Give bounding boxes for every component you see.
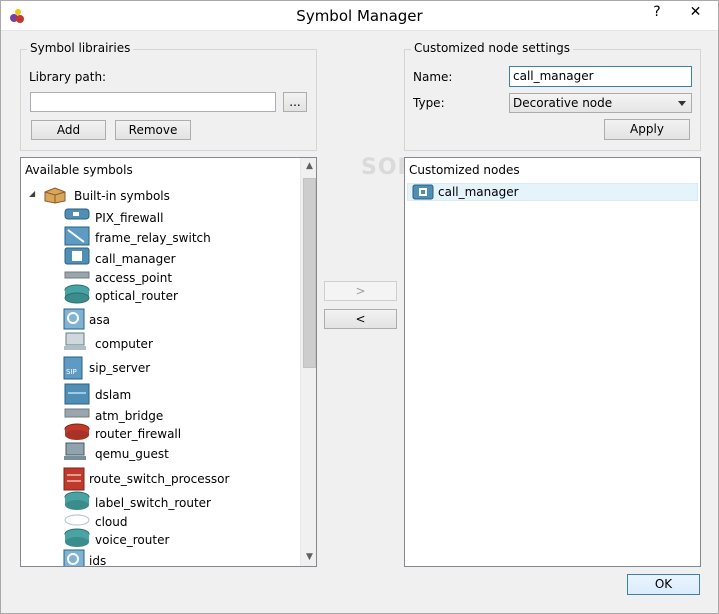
title-bar[interactable]: Symbol Manager ? ✕ xyxy=(1,1,718,31)
package-icon xyxy=(44,187,66,204)
symbol-item-label: asa xyxy=(89,313,110,327)
name-input[interactable]: call_manager xyxy=(509,66,692,87)
customized-node-settings-group: Customized node settings Name: call_mana… xyxy=(404,41,701,151)
symbol-item-access-point[interactable]: access_point xyxy=(21,268,300,288)
symbol-item-label: ids xyxy=(89,554,107,567)
symbol-item-label: PIX_firewall xyxy=(95,211,164,225)
customized-node-settings-title: Customized node settings xyxy=(411,41,574,55)
symbol-item-label: sip_server xyxy=(89,361,151,375)
type-select-value: Decorative node xyxy=(513,96,613,110)
symbol-item-label: label_switch_router xyxy=(95,496,211,510)
computer-icon xyxy=(64,332,86,350)
symbol-item-qemu-guest[interactable]: qemu_guest xyxy=(21,442,300,464)
scroll-thumb[interactable] xyxy=(303,178,316,368)
available-symbols-header: Available symbols xyxy=(25,163,133,177)
qemu-guest-icon xyxy=(64,442,86,460)
symbol-item-asa[interactable]: asa xyxy=(21,308,300,330)
symbol-item-label: atm_bridge xyxy=(95,409,164,423)
call-manager-icon xyxy=(412,184,434,200)
remove-library-button[interactable]: Remove xyxy=(115,120,191,140)
optical-router-icon xyxy=(64,284,90,304)
ids-icon xyxy=(63,549,85,566)
help-button[interactable]: ? xyxy=(641,1,673,23)
chevron-down-icon xyxy=(678,101,686,106)
symbol-item-label: call_manager xyxy=(95,252,176,266)
symbol-item-label: route_switch_processor xyxy=(89,472,230,486)
symbol-item-label: optical_router xyxy=(95,289,178,303)
symbol-item-label: cloud xyxy=(95,515,128,529)
tree-root-label: Built-in symbols xyxy=(74,189,170,203)
available-symbols-panel[interactable]: Available symbols ◢ Built-in symbols PIX… xyxy=(20,157,317,567)
scroll-up-icon[interactable]: ▲ xyxy=(301,158,316,175)
ok-button[interactable]: OK xyxy=(627,574,700,595)
symbol-item-call-manager[interactable]: call_manager xyxy=(21,247,300,269)
tree-root-built-in-symbols[interactable]: ◢ Built-in symbols xyxy=(21,186,300,206)
symbol-item-label: dslam xyxy=(95,388,132,402)
symbol-item-label: access_point xyxy=(95,271,173,285)
expand-arrow-icon[interactable]: ◢ xyxy=(29,189,35,198)
add-to-customized-button[interactable]: > xyxy=(324,281,397,301)
symbol-item-route-switch-processor[interactable]: route_switch_processor xyxy=(21,467,300,491)
symbol-item-label: qemu_guest xyxy=(95,447,169,461)
symbol-item-label: frame_relay_switch xyxy=(95,231,211,245)
scroll-down-icon[interactable]: ▼ xyxy=(301,549,316,566)
symbol-item-cloud[interactable]: cloud xyxy=(21,512,300,532)
symbol-item-voice-router[interactable]: voice_router xyxy=(21,528,300,550)
vertical-scrollbar[interactable]: ▲ ▼ xyxy=(300,158,316,566)
apply-button[interactable]: Apply xyxy=(604,119,690,140)
customized-node-row[interactable]: call_manager xyxy=(407,183,698,201)
symbol-item-label: voice_router xyxy=(95,533,170,547)
symbol-item-label: router_firewall xyxy=(95,427,182,441)
svg-text:SIP: SIP xyxy=(66,368,77,376)
customized-node-label: call_manager xyxy=(438,185,519,199)
close-button[interactable]: ✕ xyxy=(673,1,718,23)
remove-from-customized-button[interactable]: < xyxy=(324,309,397,329)
symbol-item-router-firewall[interactable]: router_firewall xyxy=(21,423,300,444)
window-title: Symbol Manager xyxy=(296,7,423,25)
symbol-item-dslam[interactable]: dslam xyxy=(21,383,300,405)
customized-nodes-panel[interactable]: Customized nodes call_manager xyxy=(404,157,701,567)
symbol-item-ids[interactable]: ids xyxy=(21,549,300,567)
symbol-item-frame-relay-switch[interactable]: frame_relay_switch xyxy=(21,226,300,248)
symbol-item-atm-bridge[interactable]: atm_bridge xyxy=(21,406,300,426)
symbol-item-label: computer xyxy=(95,337,153,351)
symbol-item-computer[interactable]: computer xyxy=(21,332,300,354)
symbol-item-optical-router[interactable]: optical_router xyxy=(21,284,300,306)
browse-button[interactable]: ... xyxy=(283,92,307,112)
name-label: Name: xyxy=(413,70,453,84)
route-switch-processor-icon xyxy=(63,467,85,491)
library-path-input[interactable] xyxy=(30,92,276,112)
asa-icon xyxy=(63,308,85,330)
type-label: Type: xyxy=(413,96,445,110)
symbol-libraries-group: Symbol librairies Library path: ... Add … xyxy=(20,41,317,151)
symbol-libraries-title: Symbol librairies xyxy=(27,41,134,55)
sip-server-icon: SIP xyxy=(63,356,83,380)
customized-nodes-header: Customized nodes xyxy=(409,163,520,177)
symbol-item-sip-server[interactable]: SIP sip_server xyxy=(21,356,300,380)
symbol-manager-window: Symbol Manager ? ✕ Symbol librairies Lib… xyxy=(0,0,719,614)
add-library-button[interactable]: Add xyxy=(31,120,106,140)
symbol-item-label-switch-router[interactable]: label_switch_router xyxy=(21,491,300,513)
type-select[interactable]: Decorative node xyxy=(509,93,692,113)
symbol-item-pix-firewall[interactable]: PIX_firewall xyxy=(21,208,300,228)
library-path-label: Library path: xyxy=(29,70,107,84)
